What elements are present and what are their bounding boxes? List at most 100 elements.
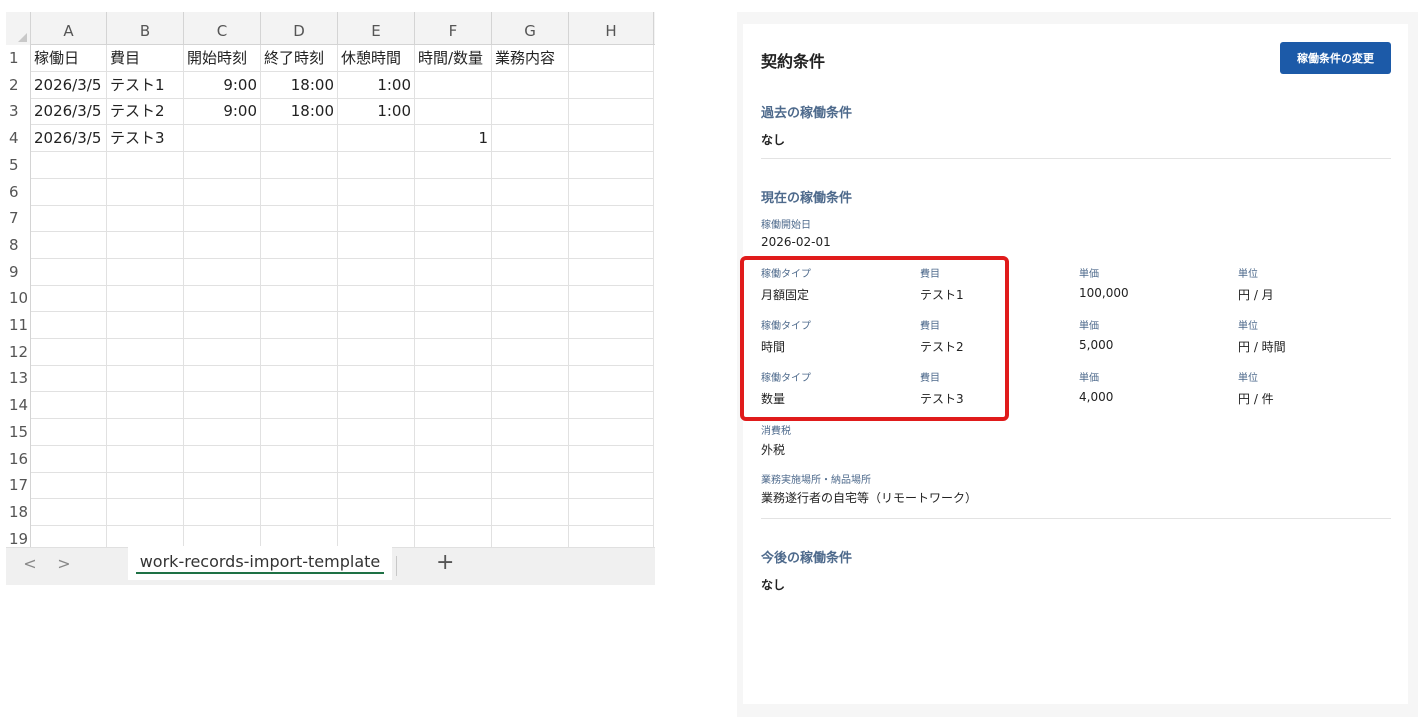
sheet-cell[interactable] [338, 231, 415, 259]
row-header[interactable]: 10 [6, 285, 31, 313]
row-header[interactable]: 17 [6, 472, 31, 500]
sheet-cell[interactable] [492, 472, 569, 500]
sheet-cell[interactable] [31, 445, 107, 473]
sheet-cell[interactable] [492, 258, 569, 286]
row-header[interactable]: 1 [6, 45, 31, 72]
sheet-cell[interactable] [31, 498, 107, 526]
sheet-cell[interactable] [492, 125, 569, 153]
sheet-cell[interactable] [31, 392, 107, 420]
sheet-cell[interactable] [415, 98, 492, 126]
sheet-cell[interactable] [569, 285, 654, 313]
sheet-cell[interactable] [107, 178, 184, 206]
sheet-cell[interactable]: 業務内容 [492, 45, 569, 72]
column-header-g[interactable]: G [492, 12, 569, 45]
sheet-cell[interactable] [107, 418, 184, 446]
sheet-cell[interactable]: 2026/3/5 [31, 71, 107, 99]
change-conditions-button[interactable]: 稼働条件の変更 [1280, 42, 1391, 74]
sheet-cell[interactable] [261, 392, 338, 420]
sheet-cell[interactable]: 開始時刻 [184, 45, 261, 72]
sheet-cell[interactable] [338, 312, 415, 339]
sheet-cell[interactable] [184, 178, 261, 206]
row-header[interactable]: 5 [6, 151, 31, 179]
sheet-cell[interactable] [261, 445, 338, 473]
sheet-cell[interactable]: 9:00 [184, 98, 261, 126]
sheet-cell[interactable] [184, 445, 261, 473]
sheet-cell[interactable] [415, 472, 492, 500]
sheet-cell[interactable] [107, 231, 184, 259]
row-header[interactable]: 7 [6, 205, 31, 233]
sheet-cell[interactable] [31, 312, 107, 339]
column-header-e[interactable]: E [338, 12, 415, 45]
sheet-cell[interactable] [415, 285, 492, 313]
sheet-cell[interactable] [261, 418, 338, 446]
sheet-cell[interactable] [107, 365, 184, 393]
row-header[interactable]: 13 [6, 365, 31, 393]
sheet-cell[interactable] [261, 285, 338, 313]
sheet-cell[interactable] [569, 125, 654, 153]
sheet-cell[interactable] [338, 151, 415, 179]
sheet-cell[interactable] [415, 312, 492, 339]
sheet-cell[interactable] [569, 445, 654, 473]
row-header[interactable]: 2 [6, 71, 31, 99]
column-header-d[interactable]: D [261, 12, 338, 45]
sheet-cell[interactable]: 2026/3/5 [31, 125, 107, 153]
sheet-cell[interactable] [492, 151, 569, 179]
sheet-cell[interactable] [492, 498, 569, 526]
sheet-cell[interactable] [107, 472, 184, 500]
sheet-cell[interactable] [338, 445, 415, 473]
sheet-cell[interactable]: テスト1 [107, 71, 184, 99]
sheet-cell[interactable] [492, 418, 569, 446]
sheet-cell[interactable] [107, 392, 184, 420]
sheet-cell[interactable]: 9:00 [184, 71, 261, 99]
sheet-cell[interactable] [569, 365, 654, 393]
sheet-cell[interactable]: 時間/数量 [415, 45, 492, 72]
sheet-cell[interactable]: テスト2 [107, 98, 184, 126]
sheet-cell[interactable] [31, 418, 107, 446]
sheet-cell[interactable] [107, 312, 184, 339]
sheet-cell[interactable] [415, 71, 492, 99]
sheet-cell[interactable] [107, 338, 184, 366]
row-header[interactable]: 9 [6, 258, 31, 286]
row-header[interactable]: 8 [6, 231, 31, 259]
sheet-cell[interactable] [184, 231, 261, 259]
sheet-cell[interactable] [261, 472, 338, 500]
sheet-cell[interactable] [415, 418, 492, 446]
sheet-cell[interactable] [261, 365, 338, 393]
sheet-cell[interactable] [415, 365, 492, 393]
sheet-cell[interactable] [492, 178, 569, 206]
sheet-cell[interactable]: 2026/3/5 [31, 98, 107, 126]
sheet-cell[interactable] [338, 392, 415, 420]
sheet-cell[interactable] [415, 392, 492, 420]
sheet-cell[interactable] [569, 231, 654, 259]
row-header[interactable]: 3 [6, 98, 31, 126]
sheet-cell[interactable] [569, 258, 654, 286]
sheet-cell[interactable] [338, 285, 415, 313]
sheet-cell[interactable] [338, 418, 415, 446]
sheet-cell[interactable] [569, 338, 654, 366]
sheet-cell[interactable] [569, 205, 654, 233]
sheet-cell[interactable] [492, 285, 569, 313]
row-header[interactable]: 11 [6, 312, 31, 339]
sheet-cell[interactable] [31, 472, 107, 500]
sheet-cell[interactable] [415, 258, 492, 286]
sheet-cell[interactable] [338, 205, 415, 233]
sheet-cell[interactable] [31, 365, 107, 393]
sheet-cell[interactable] [492, 312, 569, 339]
sheet-cell[interactable] [261, 178, 338, 206]
sheet-cell[interactable] [569, 71, 654, 99]
sheet-cell[interactable] [492, 338, 569, 366]
sheet-cell[interactable] [569, 498, 654, 526]
column-header-h[interactable]: H [569, 12, 654, 45]
sheet-cell[interactable] [261, 231, 338, 259]
sheet-cell[interactable] [31, 285, 107, 313]
column-header-a[interactable]: A [31, 12, 107, 45]
sheet-cell[interactable]: 1:00 [338, 71, 415, 99]
row-header[interactable]: 15 [6, 418, 31, 446]
sheet-cell[interactable] [31, 258, 107, 286]
next-sheet-arrow-icon[interactable]: > [54, 554, 74, 573]
sheet-cell[interactable] [184, 338, 261, 366]
sheet-cell[interactable] [107, 498, 184, 526]
sheet-cell[interactable] [492, 71, 569, 99]
sheet-cell[interactable] [492, 392, 569, 420]
sheet-cell[interactable] [184, 125, 261, 153]
